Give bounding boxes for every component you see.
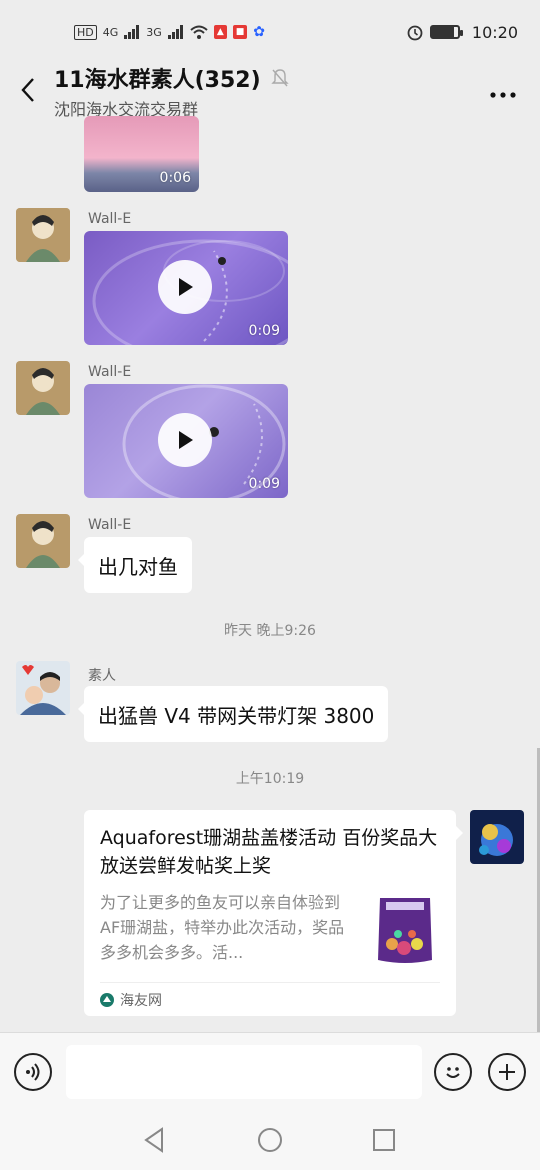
square-recents-icon <box>373 1129 395 1151</box>
status-right: 10:20 <box>406 23 518 42</box>
wifi-icon <box>190 25 208 39</box>
source-logo-icon <box>100 992 114 1007</box>
alarm-icon <box>407 25 423 41</box>
time-divider: 上午10:19 <box>235 771 305 787</box>
nav-back-button[interactable] <box>140 1126 168 1154</box>
app-notification-icon-2: ■ <box>232 25 248 39</box>
play-icon <box>179 278 193 296</box>
chat-header: 11海水群素人(352) 沈阳海水交流交易群 <box>0 64 540 119</box>
signal-icon <box>124 25 140 39</box>
chat-title-text: 11海水群素人(352) <box>54 68 261 93</box>
avatar-image <box>16 514 70 568</box>
signal-icon-2 <box>167 25 183 39</box>
card-source-label: 海友网 <box>120 992 162 1009</box>
video-duration: 0:06 <box>159 170 191 186</box>
hd-label: HD <box>74 24 97 40</box>
back-button[interactable] <box>14 72 42 108</box>
video-message[interactable]: 0:06 <box>84 116 199 192</box>
sender-name: Wall-E <box>88 364 132 380</box>
avatar[interactable] <box>16 514 70 568</box>
card-source: 海友网 <box>100 982 440 1016</box>
title-block[interactable]: 11海水群素人(352) 沈阳海水交流交易群 <box>54 62 289 120</box>
mute-bell-icon <box>270 69 289 87</box>
play-button[interactable] <box>158 260 212 314</box>
product-image <box>378 898 432 963</box>
status-left: HD 4G 3G ▲ ■ ✿ <box>74 24 265 40</box>
emoji-button[interactable] <box>434 1053 472 1091</box>
baidu-icon: ✿ <box>253 24 265 40</box>
avatar-image <box>16 661 70 715</box>
signal-3g-label: 3G <box>146 25 162 39</box>
triangle-back-icon <box>144 1127 163 1153</box>
sender-name: Wall-E <box>88 211 132 227</box>
avatar[interactable] <box>16 361 70 415</box>
status-bar: HD 4G 3G ▲ ■ ✿ 10:20 <box>0 0 540 64</box>
play-icon <box>179 431 193 449</box>
message-text: 出猛兽 V4 带网关带灯架 3800 <box>98 703 375 728</box>
battery-icon <box>429 25 463 39</box>
text-message[interactable]: 出猛兽 V4 带网关带灯架 3800 <box>77 686 389 742</box>
plus-icon <box>499 1064 515 1080</box>
video-duration: 0:09 <box>248 476 280 492</box>
play-button[interactable] <box>158 413 212 467</box>
link-card[interactable]: Aquaforest珊湖盐盖楼活动 百份奖品大放送尝鲜发帖奖上奖 为了让更多的鱼… <box>84 810 463 1016</box>
avatar[interactable] <box>16 208 70 262</box>
message-input[interactable] <box>66 1045 422 1099</box>
video-message[interactable]: 0:09 <box>84 384 288 498</box>
avatar-image <box>16 361 70 415</box>
avatar-image <box>470 810 524 864</box>
chat-area[interactable]: 0:06 Wall-E 0:09 Wall-E 0:09 Wall-E 出几对鱼… <box>0 116 540 1032</box>
card-body: 为了让更多的鱼友可以亲自体验到AF珊湖盐，特举办此次活动，奖品多多机会多多。活.… <box>100 890 440 966</box>
sender-name: Wall-E <box>88 517 132 533</box>
card-title: Aquaforest珊湖盐盖楼活动 百份奖品大放送尝鲜发帖奖上奖 <box>100 827 438 877</box>
video-message[interactable]: 0:09 <box>84 231 288 345</box>
sender-name: 素人 <box>88 668 116 684</box>
video-duration: 0:09 <box>248 323 280 339</box>
card-thumbnail <box>370 894 440 966</box>
chat-title: 11海水群素人(352) <box>54 62 289 94</box>
text-message[interactable]: 出几对鱼 <box>78 537 192 593</box>
more-icon <box>490 92 516 98</box>
avatar[interactable] <box>16 661 70 715</box>
emoji-icon <box>446 1067 460 1078</box>
my-avatar[interactable] <box>470 810 524 864</box>
time-divider: 昨天 晚上9:26 <box>224 623 316 639</box>
clock: 10:20 <box>471 22 518 42</box>
voice-icon <box>26 1063 40 1081</box>
circle-home-icon <box>258 1128 282 1152</box>
nav-recents-button[interactable] <box>370 1126 398 1154</box>
card-description: 为了让更多的鱼友可以亲自体验到AF珊湖盐，特举办此次活动，奖品多多机会多多。活.… <box>100 893 345 962</box>
nav-home-button[interactable] <box>256 1126 284 1154</box>
more-button[interactable] <box>490 76 516 104</box>
signal-4g-label: 4G <box>102 25 119 39</box>
chevron-left-icon <box>21 78 34 102</box>
app-notification-icon: ▲ <box>213 25 227 39</box>
system-nav-bar <box>0 1112 540 1170</box>
input-bar <box>0 1032 540 1112</box>
voice-button[interactable] <box>14 1053 52 1091</box>
avatar-image <box>16 208 70 262</box>
message-text: 出几对鱼 <box>98 554 178 579</box>
more-functions-button[interactable] <box>488 1053 526 1091</box>
